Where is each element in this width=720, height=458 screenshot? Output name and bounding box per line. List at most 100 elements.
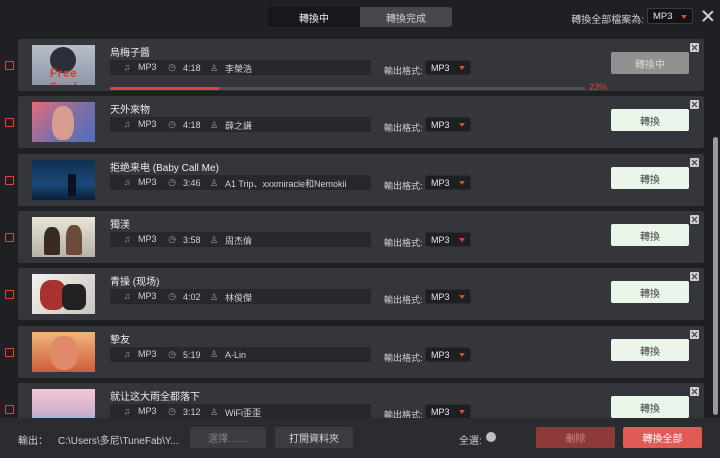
song-title: 就让这大雨全都落下 — [110, 392, 200, 403]
tab-converting[interactable]: 轉換中 — [268, 7, 360, 27]
row-checkbox[interactable] — [5, 118, 14, 127]
chevron-down-icon — [459, 353, 465, 357]
song-title: 烏梅子醬 — [110, 48, 150, 59]
song-artist: 薛之謙 — [225, 121, 253, 131]
song-meta: ♫ MP3 ◷ 3:58 ♙ 周杰倫 — [110, 232, 371, 247]
remove-row-icon[interactable] — [690, 100, 699, 109]
browse-button[interactable]: 選擇…… — [190, 427, 266, 448]
remove-row-icon[interactable] — [690, 387, 699, 396]
progress-fill — [110, 87, 220, 90]
album-cover — [32, 102, 95, 142]
song-duration: 4:18 — [183, 62, 201, 73]
output-format-select[interactable]: MP3 — [425, 289, 471, 304]
song-duration: 4:02 — [183, 291, 201, 302]
album-cover — [32, 332, 95, 372]
output-format-select[interactable]: MP3 — [425, 60, 471, 75]
song-meta: ♫ MP3 ◷ 3:12 ♙ WiFi歪歪 — [110, 404, 371, 418]
output-format-select[interactable]: MP3 — [425, 404, 471, 418]
output-format-select[interactable]: MP3 — [425, 347, 471, 362]
row-checkbox[interactable] — [5, 176, 14, 185]
song-meta: ♫ MP3 ◷ 4:18 ♙ 李榮浩 — [110, 60, 371, 75]
output-format-value: MP3 — [431, 291, 450, 302]
convert-button[interactable]: 轉換 — [611, 339, 689, 361]
delete-button[interactable]: 刪除 — [536, 427, 615, 448]
remove-row-icon[interactable] — [690, 43, 699, 52]
open-folder-button[interactable]: 打開資料夾 — [275, 427, 353, 448]
convert-all-button[interactable]: 轉換全部 — [623, 427, 702, 448]
output-format-label: 輸出格式: — [384, 353, 423, 363]
output-format-value: MP3 — [431, 406, 450, 417]
song-row: 就让这大雨全都落下 ♫ MP3 ◷ 3:12 ♙ WiFi歪歪 輸出格式: MP3 轉… — [5, 383, 704, 418]
song-format: MP3 — [138, 62, 157, 72]
album-cover: Free Soul — [32, 45, 95, 85]
output-format-label: 輸出格式: — [384, 238, 423, 248]
song-duration: 3:46 — [183, 177, 201, 188]
convert-button[interactable]: 轉換 — [611, 281, 689, 303]
output-format-value: MP3 — [431, 177, 450, 188]
bell-icon: ♙ — [209, 178, 219, 188]
album-cover — [32, 389, 95, 418]
chevron-down-icon — [459, 66, 465, 70]
song-row: Free Soul 烏梅子醬 ♫ MP3 ◷ 4:18 ♙ 李榮浩 輸出格式: MP3… — [5, 39, 704, 92]
clock-icon: ◷ — [168, 62, 176, 72]
song-title: 獨渼 — [110, 220, 130, 231]
convert-button[interactable]: 轉換 — [611, 167, 689, 189]
music-note-icon: ♫ — [123, 291, 131, 301]
convert-button[interactable]: 轉換 — [611, 224, 689, 246]
bottom-bar: 輸出： C:\Users\多尼\TuneFab\Y... 選擇…… 打開資料夾 … — [0, 418, 720, 458]
clock-icon: ◷ — [168, 349, 176, 359]
clock-icon: ◷ — [168, 234, 176, 244]
row-checkbox[interactable] — [5, 348, 14, 357]
output-format-label: 輸出格式: — [384, 123, 423, 133]
output-format-select[interactable]: MP3 — [425, 117, 471, 132]
convert-all-format-label: 轉換全部檔案為: — [571, 15, 644, 26]
song-duration: 3:58 — [183, 234, 201, 245]
song-row: 摯友 ♫ MP3 ◷ 5:19 ♙ A-Lin 輸出格式: MP3 轉換 — [5, 326, 704, 378]
row-checkbox[interactable] — [5, 61, 14, 70]
album-cover — [32, 160, 95, 200]
chevron-down-icon — [459, 238, 465, 242]
convert-all-format-value: MP3 — [653, 10, 673, 22]
song-row: 獨渼 ♫ MP3 ◷ 3:58 ♙ 周杰倫 輸出格式: MP3 轉換 — [5, 211, 704, 263]
bell-icon: ♙ — [209, 120, 219, 130]
bell-icon: ♙ — [209, 407, 219, 417]
row-checkbox[interactable] — [5, 405, 14, 414]
output-format-label: 輸出格式: — [384, 66, 423, 76]
convert-button[interactable]: 轉換 — [611, 396, 689, 418]
output-format-select[interactable]: MP3 — [425, 232, 471, 247]
convert-all-format-select[interactable]: MP3 — [647, 8, 693, 24]
song-title: 天外來物 — [110, 105, 150, 116]
song-artist: 李榮浩 — [225, 64, 253, 74]
remove-row-icon[interactable] — [690, 158, 699, 167]
output-format-value: MP3 — [431, 119, 450, 130]
output-format-value: MP3 — [431, 62, 450, 73]
remove-row-icon[interactable] — [690, 330, 699, 339]
remove-row-icon[interactable] — [690, 272, 699, 281]
album-cover — [32, 274, 95, 314]
music-note-icon: ♫ — [123, 62, 131, 72]
close-icon[interactable] — [702, 10, 714, 22]
clock-icon: ◷ — [168, 119, 176, 129]
tab-finished[interactable]: 轉換完成 — [360, 7, 452, 27]
remove-row-icon[interactable] — [690, 215, 699, 224]
music-note-icon: ♫ — [123, 349, 131, 359]
clock-icon: ◷ — [168, 406, 176, 416]
scrollbar-thumb[interactable] — [713, 137, 718, 415]
chevron-down-icon — [459, 181, 465, 185]
music-note-icon: ♫ — [123, 406, 131, 416]
select-all-label: 全選: — [459, 436, 482, 447]
row-checkbox[interactable] — [5, 233, 14, 242]
clock-icon: ◷ — [168, 177, 176, 187]
song-format: MP3 — [138, 349, 157, 359]
select-all-toggle[interactable] — [486, 432, 496, 442]
song-artist: 周杰倫 — [225, 236, 253, 246]
song-meta: ♫ MP3 ◷ 4:02 ♙ 林俊傑 — [110, 289, 371, 304]
convert-button[interactable]: 轉換 — [611, 109, 689, 131]
row-checkbox[interactable] — [5, 290, 14, 299]
chevron-down-icon — [459, 295, 465, 299]
music-note-icon: ♫ — [123, 234, 131, 244]
output-format-select[interactable]: MP3 — [425, 175, 471, 190]
chevron-down-icon — [681, 15, 687, 19]
convert-button[interactable]: 轉換中 — [611, 52, 689, 74]
song-artist: WiFi歪歪 — [225, 408, 261, 418]
